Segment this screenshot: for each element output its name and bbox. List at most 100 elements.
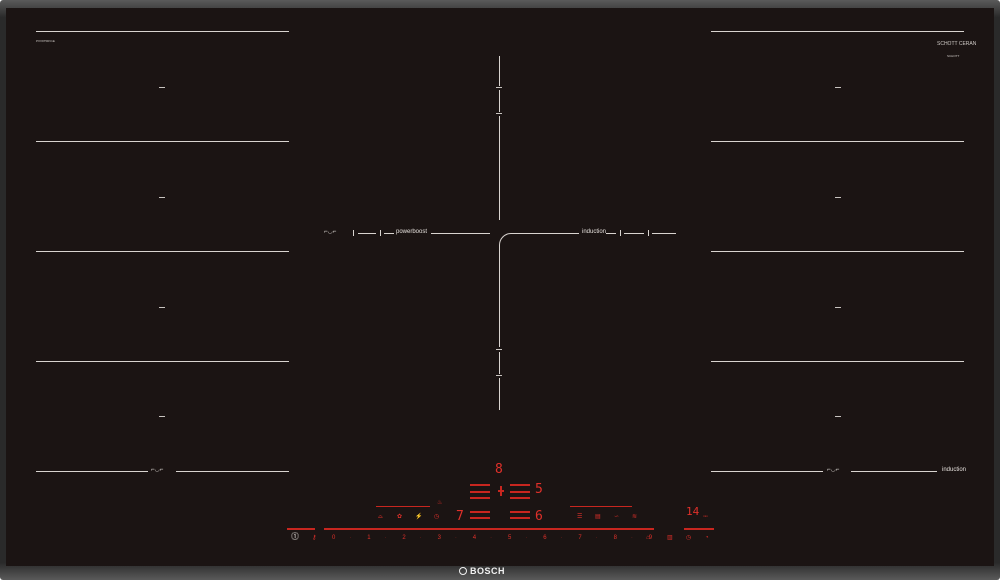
center-vline-bottom-1 <box>499 247 500 347</box>
power-level-tick: · <box>384 535 387 540</box>
right-zone-mark-4[interactable] <box>835 416 841 417</box>
timer-unit: min <box>703 514 708 518</box>
power-level-1[interactable]: 1 <box>367 535 370 541</box>
menu-icon[interactable]: ▤ <box>595 514 601 520</box>
left-zone-line-4 <box>36 361 289 362</box>
power-level-3[interactable]: 3 <box>438 535 441 541</box>
zone-bar-2[interactable] <box>470 491 490 493</box>
left-zone-mark-4[interactable] <box>159 416 165 417</box>
center-induction-label: induction <box>582 229 607 235</box>
right-zone-mark-2[interactable] <box>835 197 841 198</box>
right-induction-label: induction <box>942 467 967 473</box>
zone-bar-10[interactable] <box>510 517 530 519</box>
glass-surface <box>6 8 994 566</box>
zone-bar-7[interactable] <box>470 511 490 513</box>
right-zone-line-3 <box>711 251 964 252</box>
pan-icon[interactable]: ⌓ <box>378 514 383 520</box>
power-level-tick: · <box>525 535 527 540</box>
flower-icon[interactable]: ✿ <box>397 514 402 520</box>
right-zone-line-5a <box>711 471 823 472</box>
timer-display: 14 <box>686 505 700 518</box>
zone-bar-1[interactable] <box>470 484 490 486</box>
left-zone-line-3 <box>36 251 289 252</box>
center-mark-top-2[interactable] <box>496 113 502 114</box>
zone-bar-3[interactable] <box>470 497 490 499</box>
fry-icon[interactable]: ∽ <box>614 514 619 520</box>
zone-display-left: 7 <box>456 509 464 524</box>
power-icon[interactable]: ⚡ <box>415 514 422 520</box>
model-number: PXV975DV1E <box>36 39 55 43</box>
clock-icon[interactable]: ◷ <box>434 514 439 520</box>
power-level-6[interactable]: 6 <box>543 535 546 541</box>
center-hline-7 <box>652 233 676 234</box>
center-vline-top-1 <box>499 56 500 86</box>
left-zone-line-5a <box>36 471 148 472</box>
center-flex-icon: ⌐◡⌐ <box>324 229 337 235</box>
center-mark-bottom-2[interactable] <box>496 375 502 376</box>
scale-line-right <box>684 528 714 530</box>
function-line-left <box>376 506 430 507</box>
right-zone-mark-3[interactable] <box>835 307 841 308</box>
power-level-tick: · <box>631 535 633 540</box>
center-hline-2 <box>384 233 394 234</box>
right-zone-line-5b <box>851 471 937 472</box>
power-level-tick: · <box>349 535 351 540</box>
child-lock-icon[interactable]: ⚷ <box>312 535 316 541</box>
center-tick-1 <box>353 230 354 236</box>
glass-brand: SCHOTT CERAN <box>937 41 977 47</box>
center-tick-4 <box>648 230 649 236</box>
center-tick-2 <box>380 230 381 236</box>
powerboost-label: powerboost <box>396 229 428 235</box>
zone-cross-v <box>500 486 502 496</box>
zone-link-icon[interactable]: ⌂ <box>646 535 650 541</box>
power-level-2[interactable]: 2 <box>402 535 405 541</box>
zone-bar-6[interactable] <box>510 497 530 499</box>
brand-name: BOSCH <box>470 566 506 576</box>
right-zone-line-2 <box>711 141 964 142</box>
zone-bar-4[interactable] <box>510 484 530 486</box>
power-level-0[interactable]: 0 <box>332 535 335 541</box>
center-hline-3 <box>431 233 490 234</box>
power-level-5[interactable]: 5 <box>508 535 511 541</box>
center-hline-5 <box>606 233 616 234</box>
left-zone-mark-2[interactable] <box>159 197 165 198</box>
right-zone-mark-1[interactable] <box>835 87 841 88</box>
right-zone-line-4 <box>711 361 964 362</box>
glass-brand-sub: SCHOTT <box>947 54 960 58</box>
center-vline-top-2 <box>499 90 500 112</box>
center-vline-bottom-2 <box>499 352 500 374</box>
brand-logo: BOSCH <box>459 566 505 577</box>
zone-bar-9[interactable] <box>510 511 530 513</box>
left-flex-icon: ⌐◡⌐ <box>151 467 164 473</box>
center-vline-bottom-3 <box>499 378 500 410</box>
left-zone-line-1 <box>36 31 289 32</box>
center-mark-bottom[interactable] <box>496 349 502 350</box>
power-level-7[interactable]: 7 <box>578 535 581 541</box>
center-mark-top[interactable] <box>496 87 502 88</box>
center-hline-4 <box>513 233 579 234</box>
power-level-tick: · <box>455 535 457 540</box>
left-zone-mark-1[interactable] <box>159 87 165 88</box>
zone-bar-5[interactable] <box>510 491 530 493</box>
power-level-tick: · <box>420 535 422 540</box>
scale-line[interactable] <box>324 528 654 530</box>
power-level-tick: · <box>560 535 563 540</box>
zone-display-top: 8 <box>495 462 503 477</box>
power-level-4[interactable]: 4 <box>473 535 476 541</box>
minute-minder-icon[interactable]: ◔ <box>705 535 709 541</box>
power-level-8[interactable]: 8 <box>614 535 617 541</box>
power-level-tick: · <box>490 535 492 540</box>
timer-settings-icon[interactable]: ▥ <box>667 535 673 541</box>
scale-line-left <box>287 528 315 530</box>
center-tick-3 <box>620 230 621 236</box>
zone-display-mid: 5 <box>535 482 543 497</box>
timer-icon[interactable]: ◷ <box>686 535 691 541</box>
wifi-icon[interactable]: ≋ <box>632 514 637 520</box>
zone-bar-8[interactable] <box>470 517 490 519</box>
center-hline-6 <box>624 233 644 234</box>
settings-icon[interactable]: ☰ <box>577 514 582 520</box>
left-zone-mark-3[interactable] <box>159 307 165 308</box>
fan-icon[interactable]: ♨ <box>437 500 442 506</box>
power-button-icon[interactable]: ⓵ <box>291 533 299 541</box>
right-zone-line-1 <box>711 31 964 32</box>
